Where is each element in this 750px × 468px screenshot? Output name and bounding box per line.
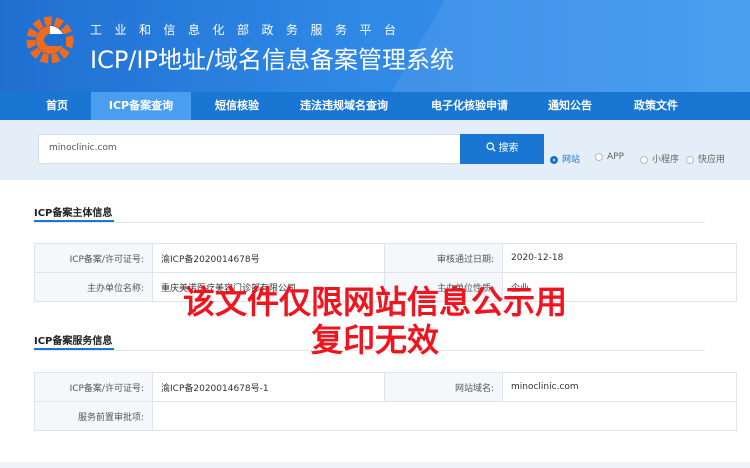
nav-item-sms-verify[interactable]: 短信核验 [203,92,271,120]
pre-approval-value [152,401,737,431]
radio-dot-icon [595,153,603,161]
radio-dot-icon [686,156,694,164]
approval-date-label: 审核通过日期: [384,243,503,273]
table-row: 服务前置审批项: [34,401,737,431]
radio-app-label: APP [607,152,625,162]
nav-item-home[interactable]: 首页 [34,92,80,120]
license-label: ICP备案/许可证号: [34,243,153,273]
radio-dot-icon [640,156,648,164]
table-row: ICP备案/许可证号: 渝ICP备2020014678号 审核通过日期: 202… [34,243,737,273]
service-license-label: ICP备案/许可证号: [34,372,153,402]
radio-quick-app-label: 快应用 [698,155,726,165]
radio-mini-program-label: 小程序 [652,155,680,165]
subject-section-title: ICP备案主体信息 [34,208,113,219]
site-header: 工业和信息化部政务服务平台 ICP/IP地址/域名信息备案管理系统 [0,0,750,92]
page-footer-bar [0,462,750,468]
radio-website-label: 网站 [562,155,581,165]
gear-logo-icon [24,14,76,66]
table-row: ICP备案/许可证号: 渝ICP备2020014678号-1 网站域名: min… [34,372,737,402]
radio-website[interactable]: 网站 [550,152,580,166]
search-input-value: minoclinic.com [49,143,117,153]
approval-date-value: 2020-12-18 [502,243,737,273]
domain-value: minoclinic.com [502,372,737,402]
watermark-line-2: 复印无效 [310,321,439,359]
service-info-table: ICP备案/许可证号: 渝ICP备2020014678号-1 网站域名: min… [34,372,737,431]
domain-label: 网站域名: [384,372,503,402]
search-button[interactable]: 搜索 [460,134,544,164]
nav-item-notices[interactable]: 通知公告 [537,92,603,120]
service-license-value: 渝ICP备2020014678号-1 [152,372,385,402]
radio-dot-icon [550,156,558,164]
main-nav: 首页 ICP备案查询 短信核验 违法违规域名查询 电子化核验申请 通知公告 政策… [0,92,750,120]
search-input[interactable]: minoclinic.com [38,134,460,164]
radio-app[interactable]: APP [595,152,624,166]
pre-approval-label: 服务前置审批项: [34,401,153,431]
license-value: 渝ICP备2020014678号 [152,243,385,273]
search-icon [485,142,496,152]
radio-quick-app[interactable]: 快应用 [686,152,725,166]
search-button-label: 搜索 [498,143,519,154]
nav-item-illegal-domain-query[interactable]: 违法违规域名查询 [287,92,401,120]
section-divider [34,222,705,223]
radio-mini-program[interactable]: 小程序 [640,152,679,166]
page-title: ICP/IP地址/域名信息备案管理系统 [90,46,455,74]
nav-item-e-verify-apply[interactable]: 电子化核验申请 [418,92,521,120]
header-subtitle: 工业和信息化部政务服务平台 [90,23,409,37]
section-underline [34,220,114,222]
nav-item-policy-docs[interactable]: 政策文件 [621,92,691,120]
nav-item-icp-query[interactable]: ICP备案查询 [91,92,191,120]
